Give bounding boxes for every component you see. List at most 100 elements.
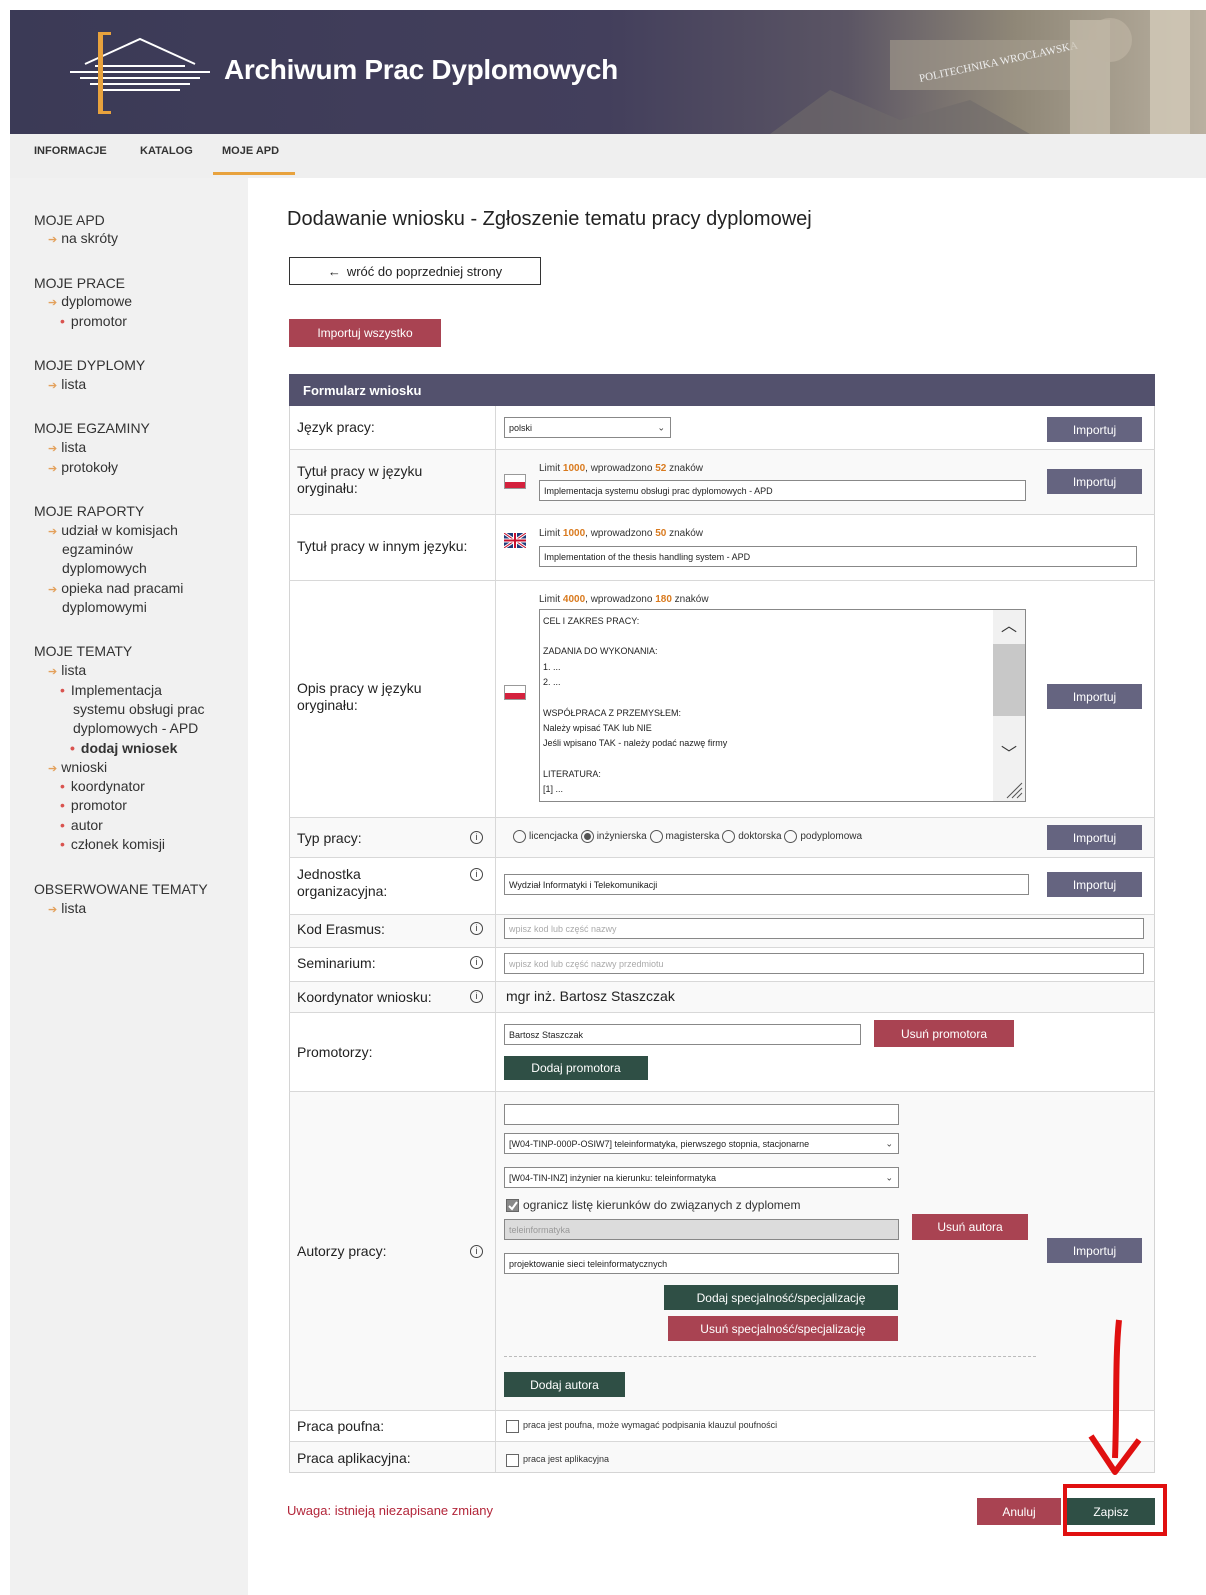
sidebar-item-opieka[interactable]: ➔ opieka nad pracami — [48, 580, 183, 596]
sidebar-item-udzial-line2[interactable]: egzaminów — [62, 541, 133, 557]
info-icon[interactable]: i — [470, 868, 483, 881]
radio-icon — [784, 830, 798, 843]
title-original-input[interactable]: Implementacja systemu obsługi prac dyplo… — [539, 480, 1026, 501]
title-other-input[interactable]: Implementation of the thesis handling sy… — [539, 546, 1137, 567]
sidebar-item-dyplomowe[interactable]: ➔ dyplomowe — [48, 293, 132, 309]
flag-pl-icon — [504, 685, 526, 700]
active-tab-underline — [213, 172, 295, 175]
sidebar-item-topic-line2[interactable]: systemu obsługi prac — [73, 701, 205, 717]
sidebar-item-topic[interactable]: • Implementacja — [60, 682, 162, 698]
import-all-button[interactable]: Importuj wszystko — [289, 319, 441, 347]
bullet-icon: • — [70, 740, 75, 756]
radio-licencjacka[interactable]: licencjacka — [513, 830, 578, 843]
import-type-button[interactable]: Importuj — [1047, 825, 1142, 850]
degree-select[interactable]: [W04-TIN-INZ] inżynier na kierunku: tele… — [504, 1167, 899, 1188]
label-language: Język pracy: — [297, 419, 375, 435]
remove-specialization-button[interactable]: Usuń specjalność/specjalizację — [668, 1316, 898, 1341]
back-button[interactable]: ← wróć do poprzedniej strony — [289, 257, 541, 285]
label-title-original: Tytuł pracy w języku oryginału: — [297, 463, 423, 496]
chevron-down-icon[interactable]: ﹀ — [1001, 740, 1017, 764]
sidebar-heading-obserwowane: OBSERWOWANE TEMATY — [34, 881, 208, 897]
arrow-icon: ➔ — [48, 443, 58, 455]
info-icon[interactable]: i — [470, 831, 483, 844]
sidebar-item-koordynator[interactable]: • koordynator — [60, 778, 145, 794]
sidebar-heading-moje-dyplomy: MOJE DYPLOMY — [34, 357, 146, 373]
radio-podyplomowa[interactable]: podyplomowa — [784, 830, 862, 843]
resize-handle-icon[interactable] — [1003, 779, 1023, 799]
highlight-box — [1063, 1484, 1167, 1536]
sidebar-item-wnioski-promotor[interactable]: • promotor — [60, 797, 127, 813]
scrollbar-thumb[interactable] — [993, 644, 1025, 716]
form-header: Formularz wniosku — [289, 374, 1155, 406]
program-select[interactable]: [W04-TINP-000P-OSIW7] teleinformatyka, p… — [504, 1133, 899, 1154]
sidebar-item-udzial[interactable]: ➔ udział w komisjach — [48, 522, 178, 538]
radio-inzynierska[interactable]: inżynierska — [580, 830, 647, 843]
import-title-original-button[interactable]: Importuj — [1047, 469, 1142, 494]
bullet-icon: • — [60, 682, 65, 698]
chevron-up-icon[interactable]: ︿ — [1001, 612, 1017, 636]
textarea-scrollbar[interactable]: ︿ ﹀ — [993, 610, 1025, 801]
sidebar-item-protokoly[interactable]: ➔ protokoły — [48, 459, 118, 475]
remove-promoter-button[interactable]: Usuń promotora — [874, 1020, 1014, 1047]
checkmark-icon — [508, 1201, 518, 1211]
import-description-button[interactable]: Importuj — [1047, 684, 1142, 709]
bullet-icon: • — [60, 313, 65, 329]
bullet-icon: • — [60, 778, 65, 794]
seminar-input[interactable]: wpisz kod lub część nazwy przedmiotu — [504, 953, 1144, 974]
description-counter: Limit 4000, wprowadzono 180 znaków — [539, 594, 709, 605]
column-separator — [495, 406, 496, 1472]
specialization-input[interactable]: projektowanie sieci teleinformatycznych — [504, 1253, 899, 1274]
label-promoters: Promotorzy: — [297, 1044, 373, 1060]
bullet-icon: • — [60, 797, 65, 813]
restrict-checkbox[interactable] — [506, 1199, 519, 1212]
add-promoter-button[interactable]: Dodaj promotora — [504, 1056, 648, 1080]
info-icon[interactable]: i — [470, 956, 483, 969]
sidebar-item-autor[interactable]: • autor — [60, 817, 103, 833]
applied-checkbox[interactable] — [506, 1454, 519, 1467]
sidebar-item-dodaj-wniosek[interactable]: • dodaj wniosek — [70, 740, 177, 756]
add-specialization-button[interactable]: Dodaj specjalność/specjalizację — [664, 1285, 898, 1310]
import-unit-button[interactable]: Importuj — [1047, 872, 1142, 897]
info-icon[interactable]: i — [470, 922, 483, 935]
label-coordinator: Koordynator wniosku: — [297, 989, 432, 1005]
import-language-button[interactable]: Importuj — [1047, 417, 1142, 442]
language-select[interactable]: polski ⌄ — [504, 417, 671, 438]
sidebar-item-promotor[interactable]: • promotor — [60, 313, 127, 329]
label-erasmus: Kod Erasmus: — [297, 921, 385, 937]
sidebar-item-egzaminy-lista[interactable]: ➔ lista — [48, 439, 86, 455]
erasmus-input[interactable]: wpisz kod lub część nazwy — [504, 918, 1144, 939]
import-authors-button[interactable]: Importuj — [1047, 1238, 1142, 1263]
unit-input[interactable]: Wydział Informatyki i Telekomunikacji — [504, 874, 1029, 895]
sidebar-heading-moje-prace: MOJE PRACE — [34, 275, 126, 291]
row-divider — [289, 947, 1155, 948]
info-icon[interactable]: i — [470, 1245, 483, 1258]
confidential-checkbox[interactable] — [506, 1420, 519, 1433]
sidebar-item-wnioski[interactable]: ➔ wnioski — [48, 759, 107, 775]
author-input[interactable] — [504, 1104, 899, 1125]
cancel-button[interactable]: Anuluj — [977, 1498, 1061, 1525]
sidebar-item-obserwowane-lista[interactable]: ➔ lista — [48, 900, 86, 916]
sidebar-item-opieka-line2[interactable]: dyplomowymi — [62, 599, 147, 615]
description-textarea[interactable]: CEL I ZAKRES PRACY: ZADANIA DO WYKONANIA:… — [539, 609, 1026, 802]
red-arrow-annotation — [1088, 1319, 1142, 1475]
nav-moje-apd[interactable]: MOJE APD — [222, 145, 279, 157]
radio-icon — [513, 830, 526, 843]
add-author-button[interactable]: Dodaj autora — [504, 1372, 625, 1397]
promoter-input[interactable]: Bartosz Staszczak — [504, 1024, 861, 1045]
sidebar-item-tematy-lista[interactable]: ➔ lista — [48, 662, 86, 678]
radio-doktorska[interactable]: doktorska — [722, 830, 782, 843]
radio-icon — [649, 830, 663, 843]
sidebar-item-czlonek[interactable]: • członek komisji — [60, 836, 165, 852]
restrict-label: ogranicz listę kierunków do związanych z… — [523, 1198, 801, 1212]
nav-katalog[interactable]: KATALOG — [140, 145, 193, 157]
label-confidential: Praca poufna: — [297, 1418, 385, 1434]
remove-author-button[interactable]: Usuń autora — [912, 1214, 1028, 1240]
sidebar-item-na-skroty[interactable]: ➔ na skróty — [48, 230, 118, 246]
sidebar-item-topic-line3[interactable]: dyplomowych - APD — [73, 720, 198, 736]
arrow-icon: ➔ — [48, 234, 58, 246]
sidebar-item-udzial-line3[interactable]: dyplomowych — [62, 560, 147, 576]
sidebar-item-dyplomy-lista[interactable]: ➔ lista — [48, 376, 86, 392]
radio-magisterska[interactable]: magisterska — [649, 830, 719, 843]
info-icon[interactable]: i — [470, 990, 483, 1003]
nav-informacje[interactable]: INFORMACJE — [34, 145, 107, 157]
